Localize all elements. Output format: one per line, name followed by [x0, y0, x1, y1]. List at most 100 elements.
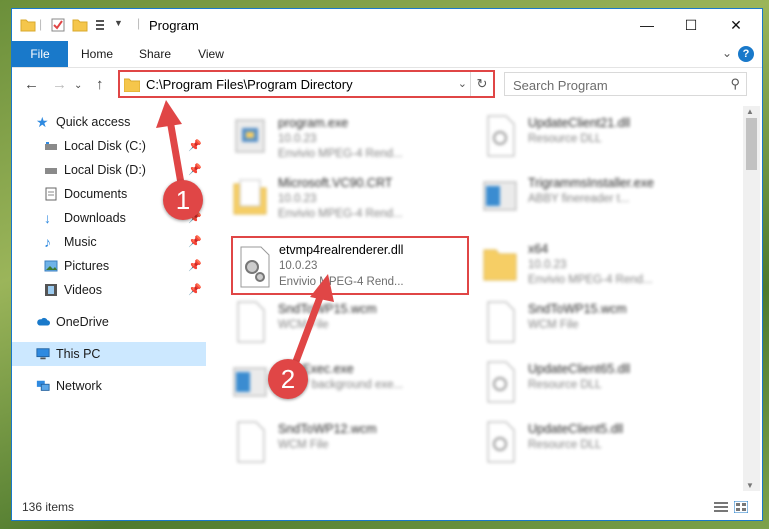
file-version: 10.0.23 [278, 193, 317, 205]
large-icons-view-icon[interactable] [734, 501, 748, 513]
sidebar-item-label: Videos [64, 283, 102, 297]
file-icon [237, 421, 265, 463]
cloud-icon [37, 317, 50, 326]
tab-share[interactable]: Share [132, 41, 178, 67]
pin-icon[interactable]: 📌 [188, 254, 202, 278]
sidebar-item-quick-access[interactable]: ★ Quick access [12, 110, 206, 134]
dll-gear-icon [240, 246, 270, 288]
forward-arrow-icon[interactable]: → [52, 76, 67, 93]
tab-home[interactable]: Home [74, 41, 120, 67]
recent-locations-icon[interactable]: ⌄ [74, 80, 82, 91]
tab-view[interactable]: View [188, 41, 234, 67]
minimize-button[interactable]: — [624, 9, 670, 41]
status-bar: 136 items [12, 497, 762, 519]
downloads-icon: ↓ [44, 210, 51, 226]
sidebar-item-label: Documents [64, 187, 128, 201]
file-type: Resource DLL [528, 133, 602, 145]
file-name: x64 [528, 242, 549, 256]
search-icon[interactable]: ⚲ [730, 76, 740, 92]
pin-icon[interactable]: 📌 [188, 278, 202, 302]
file-description: Envivio MPEG-4 Rend... [528, 274, 653, 286]
address-path[interactable]: C:\Program Files\Program Directory [146, 77, 353, 92]
file-item[interactable]: UpdateClient5.dll Resource DLL [467, 416, 707, 472]
videos-icon [45, 284, 57, 296]
file-type: WCM File [278, 319, 329, 331]
file-icon [237, 301, 265, 343]
star-icon: ★ [36, 114, 49, 130]
sidebar-item-music[interactable]: ♪ Music 📌 [12, 230, 206, 254]
exe-icon [235, 119, 265, 153]
up-arrow-icon[interactable]: ↑ [96, 76, 104, 93]
file-item[interactable]: TrigrammsInstaller.exe ABBY finereader t… [467, 170, 707, 226]
file-name: UpdateClient65.dll [528, 362, 631, 376]
file-type: Resource DLL [528, 379, 602, 391]
search-box[interactable]: ⚲ [504, 72, 747, 97]
music-icon: ♪ [44, 234, 51, 250]
exe-icon [233, 367, 267, 397]
explorer-window: | ▼ | Program — ☐ ✕ File Home Share View… [11, 8, 763, 521]
pin-icon[interactable]: 📌 [188, 134, 202, 158]
properties-icon[interactable] [50, 17, 66, 33]
sidebar-item-label: OneDrive [56, 315, 109, 329]
sidebar-item-label: Network [56, 379, 102, 393]
file-item[interactable]: UpdateClient65.dll Resource DLL [467, 356, 707, 412]
file-item[interactable]: SndToWP12.wcm WCM File [217, 416, 457, 472]
sidebar-item-this-pc[interactable]: This PC [12, 342, 206, 366]
sidebar-item-label: Downloads [64, 211, 126, 225]
details-view-icon[interactable] [714, 501, 728, 513]
sidebar-item-label: Local Disk (C:) [64, 139, 146, 153]
scrollbar-thumb[interactable] [746, 118, 757, 170]
search-input[interactable] [505, 73, 725, 97]
file-item[interactable]: program.exe 10.0.23 Envivio MPEG-4 Rend.… [217, 110, 457, 166]
scroll-up-icon[interactable]: ▲ [746, 107, 754, 116]
file-name: SndToWP12.wcm [278, 422, 377, 436]
file-list: program.exe 10.0.23 Envivio MPEG-4 Rend.… [207, 106, 742, 491]
pc-icon [36, 348, 50, 360]
step-marker-1: 1 [163, 180, 203, 220]
file-item[interactable]: FineExec.exe ABBY background exe... [217, 356, 457, 412]
expand-ribbon-icon[interactable]: ⌄ [722, 46, 732, 60]
toolbar-separator: | [39, 17, 43, 31]
address-dropdown-icon[interactable]: ⌄ [458, 77, 467, 90]
new-folder-icon[interactable] [72, 17, 88, 33]
ribbon-tabs: File Home Share View ⌄ ? [12, 41, 762, 68]
file-name: TrigrammsInstaller.exe [528, 176, 654, 190]
help-button[interactable]: ? [738, 46, 754, 62]
file-item[interactable]: Microsoft.VC90.CRT 10.0.23 Envivio MPEG-… [217, 170, 457, 226]
file-item[interactable]: SndToWP15.wcm WCM File [467, 296, 707, 352]
close-button[interactable]: ✕ [713, 9, 759, 41]
pin-icon[interactable]: 📌 [188, 158, 202, 182]
dll-icon [487, 361, 515, 403]
sidebar-item-label: Pictures [64, 259, 110, 273]
title-separator: | [137, 16, 141, 30]
address-bar[interactable]: C:\Program Files\Program Directory ⌄ ↻ [118, 70, 495, 98]
sidebar-item-pictures[interactable]: Pictures 📌 [12, 254, 206, 278]
file-type: ABBY finereader t... [528, 193, 630, 205]
file-item[interactable]: x64 10.0.23 Envivio MPEG-4 Rend... [467, 236, 707, 292]
drive-icon [45, 168, 57, 174]
maximize-button[interactable]: ☐ [668, 9, 714, 41]
file-type: WCM File [278, 439, 329, 451]
file-description: Envivio MPEG-4 Rend... [279, 276, 404, 288]
sidebar-item-onedrive[interactable]: OneDrive [12, 310, 206, 334]
vertical-scrollbar[interactable]: ▲ ▼ [743, 106, 760, 491]
item-count: 136 items [22, 500, 75, 514]
file-name: UpdateClient5.dll [528, 422, 624, 436]
highlighted-file-item[interactable]: etvmp4realrenderer.dll 10.0.23 Envivio M… [231, 236, 469, 295]
pin-icon[interactable]: 📌 [188, 230, 202, 254]
sidebar-item-local-disk-d[interactable]: Local Disk (D:) 📌 [12, 158, 206, 182]
back-arrow-icon[interactable]: ← [24, 76, 39, 93]
step-marker-2: 2 [268, 359, 308, 399]
file-item[interactable]: SndToWP15.wcm WCM File [217, 296, 457, 352]
dll-icon [487, 115, 515, 157]
file-name: UpdateClient21.dll [528, 116, 631, 130]
sidebar-item-local-disk-c[interactable]: Local Disk (C:) 📌 [12, 134, 206, 158]
customize-toolbar-icon[interactable] [94, 17, 110, 33]
refresh-icon[interactable]: ↻ [470, 72, 493, 96]
scroll-down-icon[interactable]: ▼ [746, 481, 754, 490]
sidebar-item-videos[interactable]: Videos 📌 [12, 278, 206, 302]
file-item[interactable]: UpdateClient21.dll Resource DLL [467, 110, 707, 166]
sidebar-item-network[interactable]: Network [12, 374, 206, 398]
tab-file[interactable]: File [12, 41, 68, 67]
chevron-down-icon[interactable]: ▼ [114, 18, 123, 28]
